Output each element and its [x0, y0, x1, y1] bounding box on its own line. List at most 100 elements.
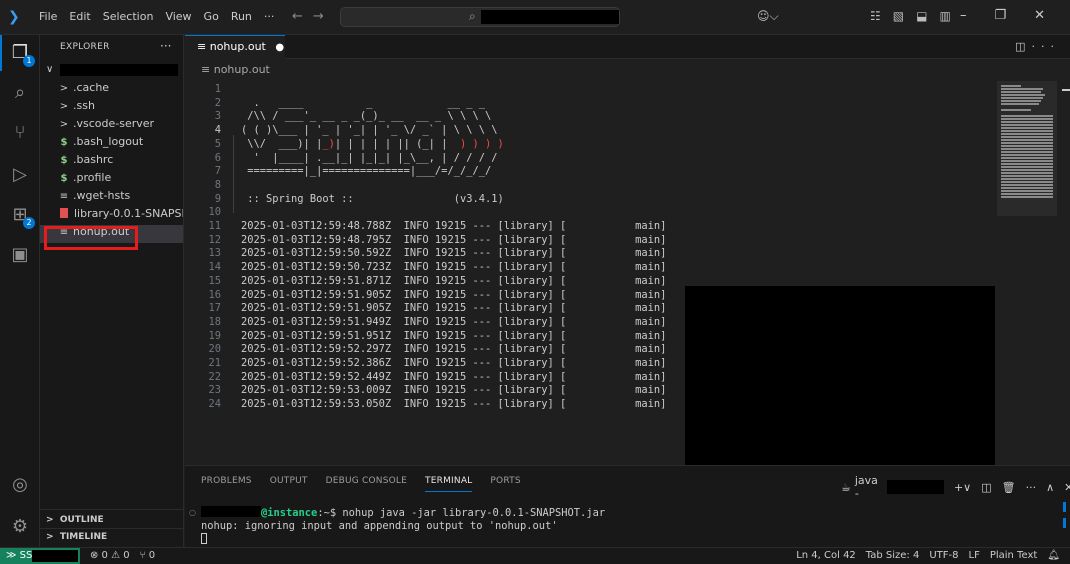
- line-number: 2: [214, 96, 221, 109]
- tab-size[interactable]: Tab Size: 4: [866, 550, 920, 561]
- tab-debug-console[interactable]: DEBUG CONSOLE: [326, 476, 407, 492]
- notifications-bell-icon[interactable]: 🔔︎: [1047, 550, 1060, 561]
- log-line: 2025-01-03T12:59:48.795Z INFO 19215 --- …: [241, 233, 667, 246]
- code-segment: \\/ ___)| |: [241, 137, 323, 150]
- text-file-icon: ≡: [201, 63, 211, 76]
- code-segment: ) ) ) ): [459, 137, 504, 150]
- tree-item-profile[interactable]: $ .profile: [40, 171, 183, 189]
- minimap[interactable]: [995, 81, 1070, 465]
- command-center-search[interactable]: ⌕: [340, 7, 620, 27]
- menu-run[interactable]: Run: [230, 10, 253, 23]
- code-view[interactable]: 12 . ____ _ __ _ _ 3 /\\ / ___'_ __ _ _(_…: [185, 81, 995, 465]
- account-icon[interactable]: ◎: [8, 473, 32, 497]
- extensions-icon[interactable]: ⊞ 2: [8, 203, 35, 229]
- new-terminal-icon[interactable]: +∨: [954, 481, 971, 494]
- menu-view[interactable]: View: [164, 10, 192, 23]
- tab-problems[interactable]: PROBLEMS: [201, 476, 252, 492]
- run-debug-icon[interactable]: ▷: [8, 163, 32, 187]
- menu-file[interactable]: File: [38, 10, 58, 23]
- kill-terminal-icon[interactable]: 🗑: [1002, 481, 1016, 494]
- source-control-icon[interactable]: ⑂: [8, 121, 32, 145]
- encoding[interactable]: UTF-8: [929, 550, 958, 561]
- tab-nohup-out[interactable]: ≡ nohup.out ●: [185, 35, 285, 59]
- line-number: 7: [214, 165, 221, 178]
- redacted-text: [60, 64, 178, 76]
- restore-icon[interactable]: ❐: [995, 8, 1007, 23]
- activity-bar: ❐ 1 ⌕ ⑂ ▷ ⊞ 2 ▣ ◎ ⚙: [0, 35, 40, 547]
- problems-status[interactable]: ⊗ 0 ⚠ 0: [90, 550, 130, 561]
- explorer-icon[interactable]: ❐ 1: [8, 41, 35, 67]
- copilot-icon[interactable]: ☺⌵: [757, 9, 779, 24]
- status-right: Ln 4, Col 42 Tab Size: 4 UTF-8 LF Plain …: [796, 550, 1060, 561]
- remote-indicator[interactable]: ≫ SSH:: [0, 548, 80, 564]
- forward-arrow-icon[interactable]: →: [313, 9, 334, 24]
- manage-gear-icon[interactable]: ⚙: [8, 515, 32, 539]
- terminal-selector[interactable]: ☕ java -: [841, 474, 944, 500]
- more-actions-icon[interactable]: ···: [1032, 40, 1061, 53]
- editor-tab-bar: ≡ nohup.out ● ◫···: [185, 35, 1070, 59]
- outline-section[interactable]: > OUTLINE: [46, 515, 104, 525]
- tab-ports[interactable]: PORTS: [490, 476, 520, 492]
- cursor-position[interactable]: Ln 4, Col 42: [796, 550, 856, 561]
- language-mode[interactable]: Plain Text: [990, 550, 1037, 561]
- toggle-secondary-sidebar-icon[interactable]: ▥: [939, 9, 950, 23]
- minimap-row: [1001, 178, 1053, 180]
- close-icon[interactable]: ✕: [1034, 8, 1045, 23]
- toggle-sidebar-icon[interactable]: ▧: [893, 9, 904, 23]
- unsaved-dot-icon[interactable]: ●: [275, 42, 284, 53]
- close-panel-icon[interactable]: ✕: [1064, 481, 1070, 494]
- timeline-section[interactable]: > TIMELINE: [46, 532, 107, 542]
- tree-item-label: .ssh: [73, 99, 95, 112]
- more-actions-icon[interactable]: ···: [1026, 481, 1037, 494]
- split-editor-icon[interactable]: ◫: [1015, 40, 1031, 53]
- log-line: 2025-01-03T12:59:53.009Z INFO 19215 --- …: [241, 384, 667, 397]
- shell-file-icon: $: [60, 155, 68, 166]
- workspace-root[interactable]: ∨: [46, 62, 182, 78]
- tree-item-bash-logout[interactable]: $ .bash_logout: [40, 135, 183, 153]
- scrollbar-thumb[interactable]: [1062, 89, 1070, 91]
- redacted-text: [481, 10, 619, 24]
- explorer-more-button[interactable]: ···: [160, 39, 171, 53]
- breadcrumb[interactable]: ≡ nohup.out: [201, 63, 270, 76]
- banner-line: =========|_|==============|___/=/_/_/_/: [241, 165, 492, 178]
- tree-item-label: .wget-hsts: [73, 189, 131, 202]
- maximize-panel-icon[interactable]: ∧: [1046, 481, 1054, 494]
- end-of-line[interactable]: LF: [969, 550, 980, 561]
- tree-item-cache[interactable]: > .cache: [40, 81, 183, 99]
- minimize-icon[interactable]: –: [960, 8, 967, 23]
- search-icon[interactable]: ⌕: [8, 81, 32, 105]
- tree-item-vscode-server[interactable]: > .vscode-server: [40, 117, 183, 135]
- back-arrow-icon[interactable]: ←: [292, 9, 313, 24]
- panel-tabs: PROBLEMS OUTPUT DEBUG CONSOLE TERMINAL P…: [201, 476, 521, 492]
- menu-edit[interactable]: Edit: [68, 10, 91, 23]
- line-number: 12: [208, 233, 221, 246]
- terminal-output[interactable]: @instance:~$ nohup java -jar library-0.0…: [201, 506, 605, 546]
- ports-status[interactable]: ⑂ 0: [140, 550, 156, 561]
- menu-more[interactable]: ···: [263, 10, 276, 23]
- tree-item-ssh[interactable]: > .ssh: [40, 99, 183, 117]
- customize-layout-icon[interactable]: ☷: [870, 9, 881, 23]
- toggle-panel-icon[interactable]: ⬓: [916, 9, 927, 23]
- split-terminal-icon[interactable]: ◫: [981, 481, 991, 494]
- tab-label: nohup.out: [209, 40, 266, 53]
- log-line: 2025-01-03T12:59:53.050Z INFO 19215 --- …: [241, 398, 667, 411]
- tab-terminal[interactable]: TERMINAL: [425, 476, 473, 492]
- panel-actions: ☕ java - +∨ ◫ 🗑 ··· ∧ ✕: [841, 474, 1070, 500]
- divider: [40, 509, 183, 510]
- menu-go[interactable]: Go: [203, 10, 220, 23]
- tree-item-library-jar[interactable]: library-0.0.1-SNAPSH...: [40, 207, 183, 225]
- tree-item-wget-hsts[interactable]: ≡ .wget-hsts: [40, 189, 183, 207]
- tree-item-bashrc[interactable]: $ .bashrc: [40, 153, 183, 171]
- tree-item-label: .cache: [73, 81, 110, 94]
- status-bar: ≫ SSH: ⊗ 0 ⚠ 0 ⑂ 0 Ln 4, Col 42 Tab Size…: [0, 547, 1070, 564]
- remote-explorer-icon[interactable]: ▣: [8, 243, 32, 267]
- menu-selection[interactable]: Selection: [102, 10, 155, 23]
- outline-label: OUTLINE: [59, 515, 104, 525]
- redacted-block: [685, 286, 995, 465]
- minimap-row: [1001, 157, 1053, 159]
- search-icon: ⌕: [469, 9, 476, 23]
- terminal-name: java -: [854, 474, 878, 500]
- tab-output[interactable]: OUTPUT: [270, 476, 308, 492]
- ports-icon: ⑂: [139, 550, 146, 561]
- bottom-panel: PROBLEMS OUTPUT DEBUG CONSOLE TERMINAL P…: [185, 465, 1070, 547]
